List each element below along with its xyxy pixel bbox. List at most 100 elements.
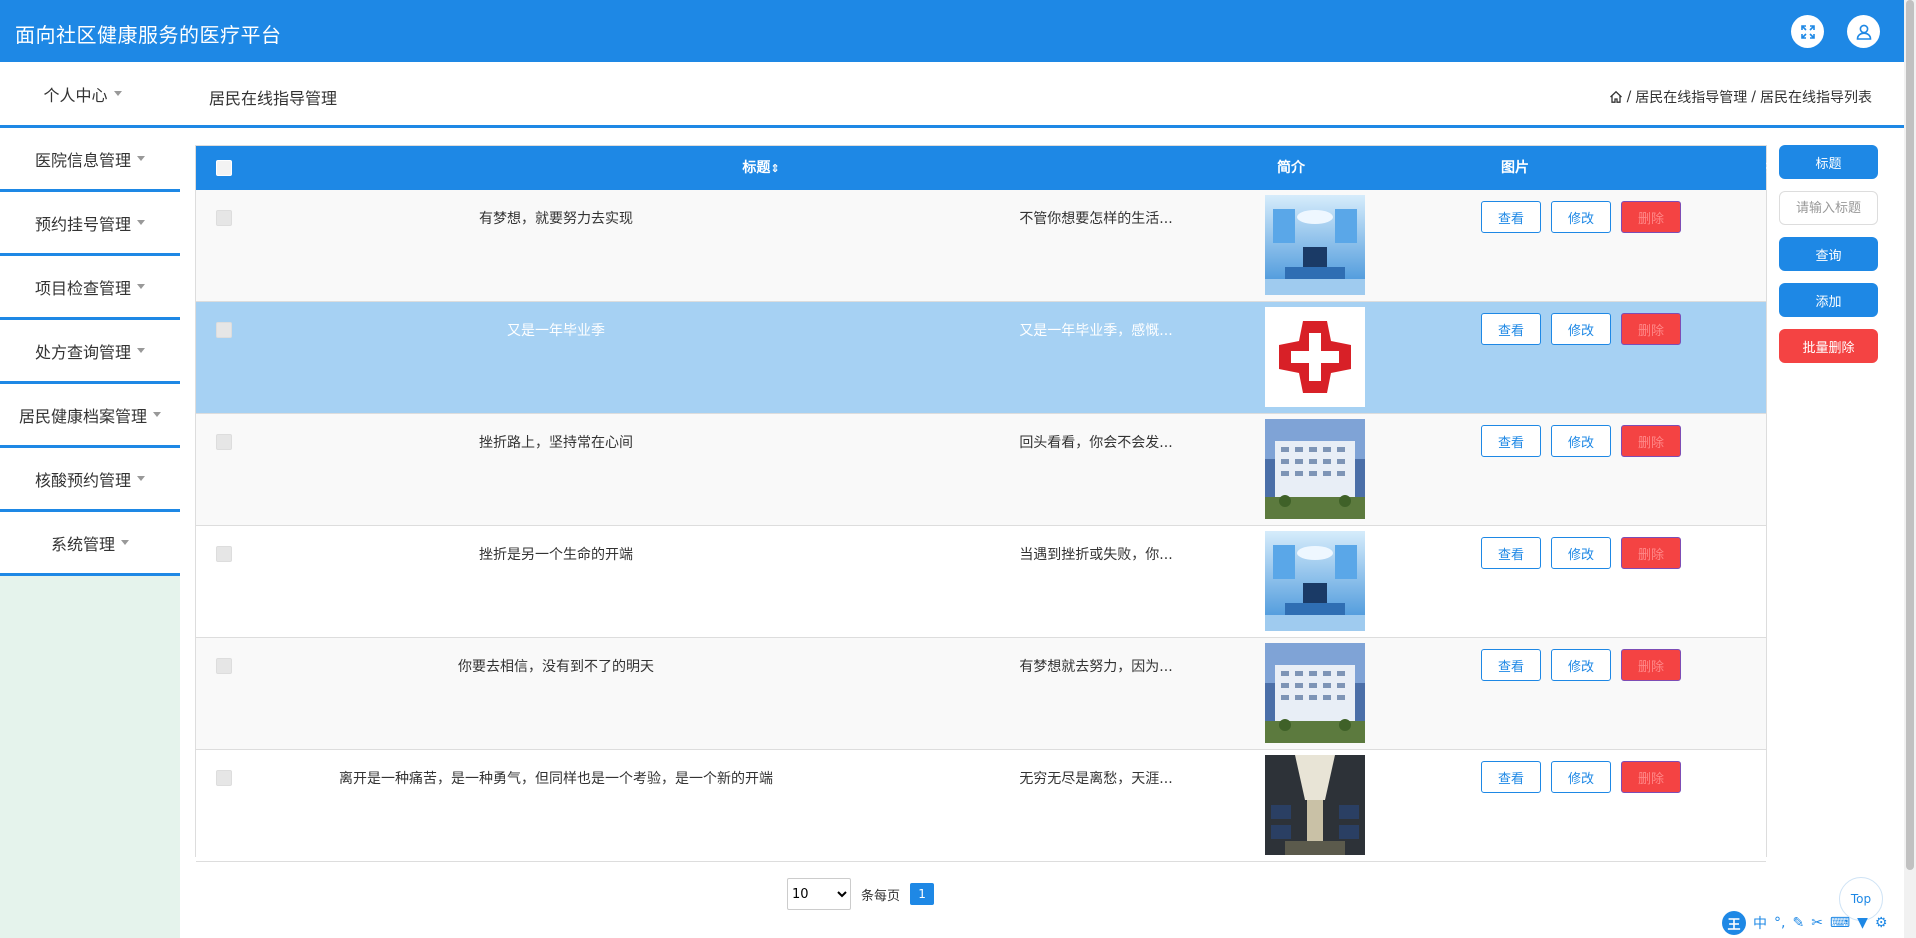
table-row[interactable]: 你要去相信，没有到不了的明天 有梦想就去努力，因为... 查看 修改 删除	[196, 638, 1766, 750]
home-icon[interactable]	[1609, 90, 1623, 104]
view-button[interactable]: 查看	[1481, 761, 1541, 793]
row-checkbox[interactable]	[216, 546, 232, 562]
breadcrumb: / 居民在线指导管理 / 居民在线指导列表	[1609, 87, 1872, 107]
breadcrumb-item-manage[interactable]: 居民在线指导管理	[1635, 87, 1747, 107]
fullscreen-button[interactable]	[1791, 15, 1824, 48]
sidebar-item-health-records[interactable]: 居民健康档案管理	[0, 384, 180, 448]
header-row: 个人中心 居民在线指导管理 / 居民在线指导管理 / 居民在线指导列表	[0, 62, 1904, 128]
row-intro: 回头看看，你会不会发...	[1019, 435, 1173, 451]
sidebar: 医院信息管理 预约挂号管理 项目检查管理 处方查询管理 居民健康档案管理 核酸预…	[0, 128, 180, 938]
row-checkbox[interactable]	[216, 322, 232, 338]
view-button[interactable]: 查看	[1481, 537, 1541, 569]
page-title: 居民在线指导管理	[209, 89, 338, 108]
row-checkbox[interactable]	[216, 770, 232, 786]
pagination: 10 条每页 1	[787, 878, 935, 910]
caret-down-icon	[137, 476, 145, 481]
delete-button[interactable]: 删除	[1621, 649, 1681, 681]
sidebar-item-label: 核酸预约管理	[34, 470, 131, 490]
row-actions: 查看 修改 删除	[1481, 201, 1681, 233]
edit-button[interactable]: 修改	[1551, 313, 1611, 345]
pen-icon[interactable]: ✎	[1792, 915, 1804, 931]
sort-icon[interactable]: ⇕	[770, 162, 779, 175]
scrollbar-thumb[interactable]	[1906, 0, 1914, 870]
table-row[interactable]: 挫折路上，坚持常在心间 回头看看，你会不会发... 查看 修改 删除	[196, 414, 1766, 526]
per-page-label: 条每页	[861, 888, 901, 904]
row-image	[1265, 419, 1365, 519]
sidebar-item-examination[interactable]: 项目检查管理	[0, 256, 180, 320]
row-checkbox[interactable]	[216, 434, 232, 450]
user-avatar-button[interactable]	[1847, 15, 1880, 48]
row-intro: 有梦想就去努力，因为...	[1019, 659, 1173, 675]
sidebar-item-nucleic-acid[interactable]: 核酸预约管理	[0, 448, 180, 512]
row-checkbox[interactable]	[216, 658, 232, 674]
edit-button[interactable]: 修改	[1551, 537, 1611, 569]
view-button[interactable]: 查看	[1481, 313, 1541, 345]
fullscreen-icon	[1800, 24, 1815, 39]
sidebar-item-label: 处方查询管理	[34, 342, 131, 362]
view-button[interactable]: 查看	[1481, 425, 1541, 457]
view-button[interactable]: 查看	[1481, 201, 1541, 233]
delete-button[interactable]: 删除	[1621, 761, 1681, 793]
title-search-input[interactable]	[1779, 191, 1878, 225]
edit-button[interactable]: 修改	[1551, 425, 1611, 457]
row-checkbox[interactable]	[216, 210, 232, 226]
select-all-checkbox[interactable]	[216, 160, 232, 176]
ime-mode-label[interactable]: 中	[1753, 913, 1767, 933]
table-body: 有梦想，就要努力去实现 不管你想要怎样的生活... 查看 修改 删除 又是一年毕业季 又是一…	[196, 190, 1766, 862]
sidebar-item-system[interactable]: 系统管理	[0, 512, 180, 576]
sidebar-item-hospital-info[interactable]: 医院信息管理	[0, 128, 180, 192]
page-scrollbar[interactable]	[1904, 0, 1916, 938]
caret-down-icon	[113, 91, 122, 96]
sidebar-item-prescription[interactable]: 处方查询管理	[0, 320, 180, 384]
sidebar-item-label: 医院信息管理	[34, 150, 131, 170]
edit-button[interactable]: 修改	[1551, 761, 1611, 793]
column-header-title[interactable]: 标题⇕	[691, 146, 831, 190]
delete-button[interactable]: 删除	[1621, 201, 1681, 233]
table-row[interactable]: 有梦想，就要努力去实现 不管你想要怎样的生活... 查看 修改 删除	[196, 190, 1766, 302]
view-button[interactable]: 查看	[1481, 649, 1541, 681]
table-row[interactable]: 又是一年毕业季 又是一年毕业季，感慨... 查看 修改 删除	[196, 302, 1766, 414]
table-header: 标题⇕ 简介 图片 操作	[196, 146, 1794, 190]
table-row[interactable]: 离开是一种痛苦，是一种勇气，但同样也是一个考验，是一个新的开端 无穷无尽是离愁，天…	[196, 750, 1766, 862]
top-bar: 面向社区健康服务的医疗平台	[0, 0, 1904, 62]
column-header-image: 图片	[1501, 160, 1529, 176]
caret-down-icon	[121, 540, 129, 545]
row-intro: 又是一年毕业季，感慨...	[1019, 323, 1173, 339]
page-number-button[interactable]: 1	[910, 883, 935, 905]
delete-button[interactable]: 删除	[1621, 537, 1681, 569]
edit-button[interactable]: 修改	[1551, 649, 1611, 681]
delete-button[interactable]: 删除	[1621, 425, 1681, 457]
sidebar-item-appointment[interactable]: 预约挂号管理	[0, 192, 180, 256]
row-image	[1265, 307, 1365, 407]
row-title: 又是一年毕业季	[507, 323, 605, 339]
punctuation-icon[interactable]: °,	[1774, 915, 1785, 931]
keyboard-icon[interactable]: ⌨	[1830, 915, 1850, 931]
user-icon	[1856, 24, 1871, 40]
shirt-icon[interactable]: ▼	[1857, 915, 1868, 931]
personal-center-menu[interactable]: 个人中心	[0, 62, 165, 125]
row-actions: 查看 修改 删除	[1481, 313, 1681, 345]
title-field-label: 标题	[1779, 145, 1878, 179]
add-button[interactable]: 添加	[1779, 283, 1878, 317]
table-row[interactable]: 挫折是另一个生命的开端 当遇到挫折或失败，你... 查看 修改 删除	[196, 526, 1766, 638]
ime-toolbar[interactable]: 王 中 °, ✎ ✂ ⌨ ▼ ⚙	[1722, 910, 1916, 936]
gear-icon[interactable]: ⚙	[1875, 915, 1888, 931]
ime-logo[interactable]: 王	[1722, 911, 1746, 935]
row-image	[1265, 195, 1365, 295]
row-intro: 无穷无尽是离愁，天涯...	[1019, 771, 1173, 787]
edit-button[interactable]: 修改	[1551, 201, 1611, 233]
query-button[interactable]: 查询	[1779, 237, 1878, 271]
search-panel: 标题 查询 添加 批量删除	[1779, 145, 1878, 363]
batch-delete-button[interactable]: 批量删除	[1779, 329, 1878, 363]
sidebar-item-label: 项目检查管理	[34, 278, 131, 298]
delete-button[interactable]: 删除	[1621, 313, 1681, 345]
row-intro: 当遇到挫折或失败，你...	[1019, 547, 1173, 563]
caret-down-icon	[137, 156, 145, 161]
row-title: 挫折路上，坚持常在心间	[479, 435, 633, 451]
scissors-icon[interactable]: ✂	[1811, 915, 1823, 931]
page-size-select[interactable]: 10	[787, 878, 851, 910]
row-actions: 查看 修改 删除	[1481, 649, 1681, 681]
breadcrumb-item-list[interactable]: 居民在线指导列表	[1760, 87, 1872, 107]
row-title: 你要去相信，没有到不了的明天	[458, 659, 654, 675]
row-actions: 查看 修改 删除	[1481, 537, 1681, 569]
